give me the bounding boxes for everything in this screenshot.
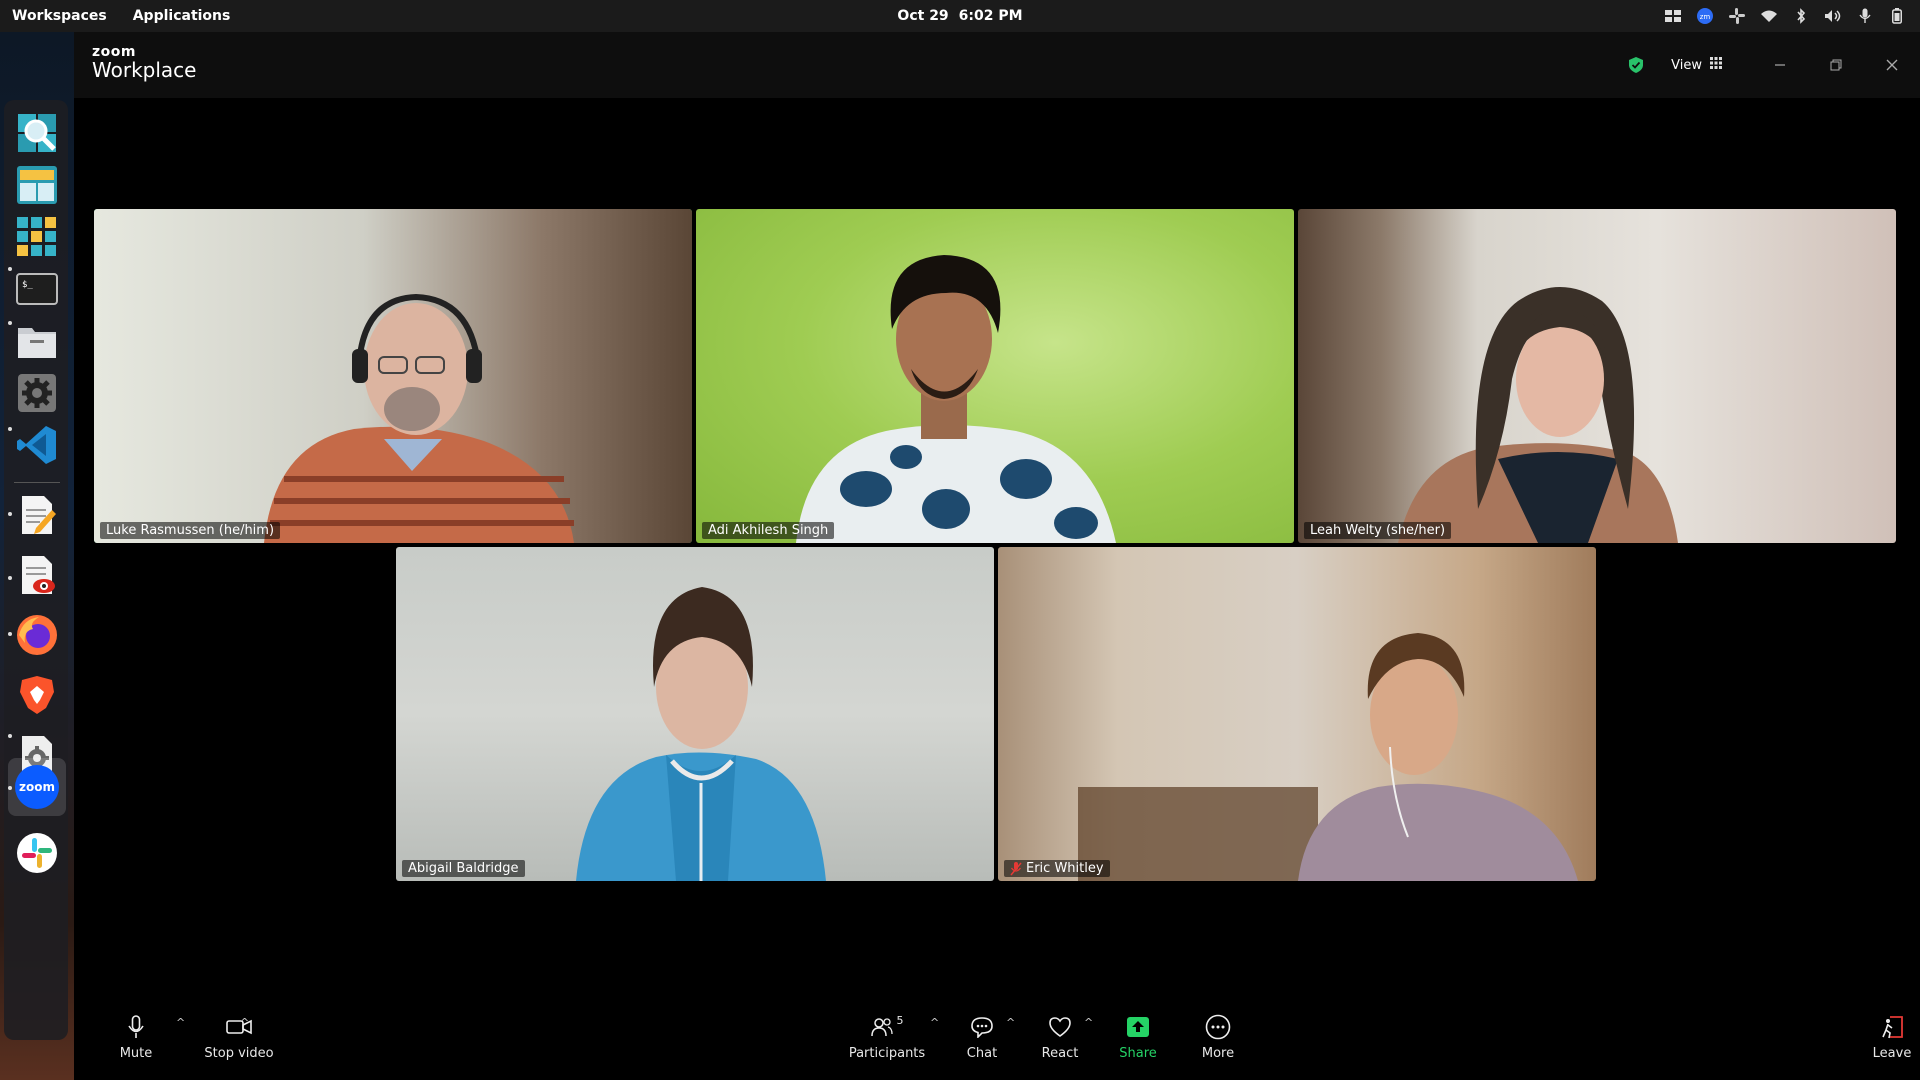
svg-text:zm: zm xyxy=(1700,13,1711,21)
applications-menu[interactable]: Applications xyxy=(133,8,231,24)
participant-video xyxy=(1078,633,1578,881)
heart-icon xyxy=(1048,1014,1072,1040)
view-label: View xyxy=(1671,57,1702,73)
share-screen-icon xyxy=(1126,1014,1150,1040)
brave-icon[interactable] xyxy=(14,672,60,718)
layout-icon[interactable] xyxy=(1664,7,1682,25)
participant-video xyxy=(576,587,826,881)
document-viewer-icon[interactable] xyxy=(14,552,60,598)
window-manager-icon[interactable] xyxy=(14,162,60,208)
participant-video xyxy=(264,293,574,543)
search-app-icon[interactable] xyxy=(14,110,60,156)
video-tile[interactable]: Adi Akhilesh Singh xyxy=(696,209,1294,543)
zoom-icon[interactable]: zoom xyxy=(8,758,66,816)
slack-tray-icon[interactable] xyxy=(1728,7,1746,25)
react-label: React xyxy=(1041,1046,1079,1061)
video-tile[interactable]: Luke Rasmussen (he/him) xyxy=(94,209,692,543)
clock-time[interactable]: 6:02 PM xyxy=(959,8,1023,24)
participant-name-tag: Luke Rasmussen (he/him) xyxy=(100,522,281,539)
dock: $_ zoom xyxy=(0,32,74,1080)
muted-mic-icon xyxy=(1010,861,1022,876)
participants-options-caret[interactable]: ^ xyxy=(930,1016,939,1029)
running-indicator xyxy=(8,512,12,516)
participant-name: Leah Welty (she/her) xyxy=(1310,523,1446,538)
participant-name: Eric Whitley xyxy=(1026,861,1104,876)
app-grid-icon[interactable] xyxy=(14,214,60,260)
leave-door-icon xyxy=(1880,1014,1904,1040)
running-indicator xyxy=(8,576,12,580)
react-button[interactable]: React xyxy=(1028,992,1092,1080)
video-tile[interactable]: Eric Whitley xyxy=(998,547,1596,881)
slack-icon[interactable] xyxy=(14,830,60,876)
more-label: More xyxy=(1201,1046,1235,1061)
zoom-window: zoom Workplace View Luke Rasmussen (he/h… xyxy=(74,32,1920,1080)
participants-label: Participants xyxy=(848,1046,926,1061)
microphone-icon[interactable] xyxy=(1856,7,1874,25)
stop-video-button[interactable]: Stop video xyxy=(168,992,310,1080)
text-editor-icon[interactable] xyxy=(14,492,60,538)
title-bar: zoom Workplace View xyxy=(74,32,1920,98)
chat-label: Chat xyxy=(966,1046,998,1061)
running-indicator xyxy=(8,321,12,325)
video-tile[interactable]: Abigail Baldridge xyxy=(396,547,994,881)
mute-label: Mute xyxy=(119,1046,153,1061)
video-options-caret[interactable]: ^ xyxy=(240,1016,249,1029)
share-label: Share xyxy=(1119,1046,1157,1061)
participant-name-tag: Abigail Baldridge xyxy=(402,860,525,877)
leave-label: Leave xyxy=(1872,1046,1912,1061)
vscode-icon[interactable] xyxy=(14,422,60,468)
system-top-bar: Workspaces Applications Oct 29 6:02 PM z… xyxy=(0,0,1920,32)
participant-video xyxy=(1398,287,1678,543)
workplace-title: Workplace xyxy=(92,58,197,82)
stop-video-label: Stop video xyxy=(204,1046,274,1061)
svg-text:$_: $_ xyxy=(22,280,33,290)
encryption-shield-icon[interactable] xyxy=(1629,57,1644,73)
running-indicator xyxy=(8,427,12,431)
participants-button[interactable]: 5 Participants xyxy=(840,992,934,1080)
terminal-icon[interactable]: $_ xyxy=(14,266,60,312)
participant-video xyxy=(796,255,1116,543)
dock-separator xyxy=(14,482,60,483)
running-indicator xyxy=(8,734,12,738)
minimize-button[interactable] xyxy=(1752,32,1808,98)
more-dots-icon xyxy=(1205,1014,1231,1040)
share-button[interactable]: Share xyxy=(1106,992,1170,1080)
video-tile[interactable]: Leah Welty (she/her) xyxy=(1298,209,1896,543)
microphone-icon xyxy=(127,1014,145,1040)
restore-button[interactable] xyxy=(1808,32,1864,98)
volume-icon[interactable] xyxy=(1824,7,1842,25)
participant-name-tag: Eric Whitley xyxy=(1004,860,1110,877)
zoom-tray-icon[interactable]: zm xyxy=(1696,7,1714,25)
grid-icon xyxy=(1710,57,1722,73)
participant-name: Abigail Baldridge xyxy=(408,861,519,876)
dock-panel: $_ zoom xyxy=(4,100,68,1040)
files-icon[interactable] xyxy=(14,318,60,364)
more-button[interactable]: More xyxy=(1186,992,1250,1080)
react-options-caret[interactable]: ^ xyxy=(1084,1016,1093,1029)
mute-button[interactable]: Mute xyxy=(104,992,168,1080)
participants-icon: 5 xyxy=(870,1014,904,1040)
participant-count: 5 xyxy=(896,1014,904,1027)
participant-name: Luke Rasmussen (he/him) xyxy=(106,523,275,538)
workspaces-menu[interactable]: Workspaces xyxy=(12,8,107,24)
chat-button[interactable]: Chat xyxy=(950,992,1014,1080)
chat-icon xyxy=(970,1014,994,1040)
meeting-toolbar: Mute ^ Stop video ^ 5 Participants ^ Cha… xyxy=(74,992,1920,1080)
participant-name-tag: Leah Welty (she/her) xyxy=(1304,522,1452,539)
firefox-icon[interactable] xyxy=(14,612,60,658)
participant-name-tag: Adi Akhilesh Singh xyxy=(702,522,835,539)
battery-icon[interactable] xyxy=(1888,7,1906,25)
chat-options-caret[interactable]: ^ xyxy=(1006,1016,1015,1029)
zoom-icon-label: zoom xyxy=(19,780,55,794)
bluetooth-icon[interactable] xyxy=(1792,7,1810,25)
leave-button[interactable]: Leave xyxy=(1864,992,1920,1080)
close-button[interactable] xyxy=(1864,32,1920,98)
running-indicator xyxy=(8,267,12,271)
settings-icon[interactable] xyxy=(14,370,60,416)
participant-name: Adi Akhilesh Singh xyxy=(708,523,829,538)
running-indicator xyxy=(8,632,12,636)
clock-date[interactable]: Oct 29 xyxy=(897,8,948,24)
view-button[interactable]: View xyxy=(1671,57,1722,73)
wifi-icon[interactable] xyxy=(1760,7,1778,25)
